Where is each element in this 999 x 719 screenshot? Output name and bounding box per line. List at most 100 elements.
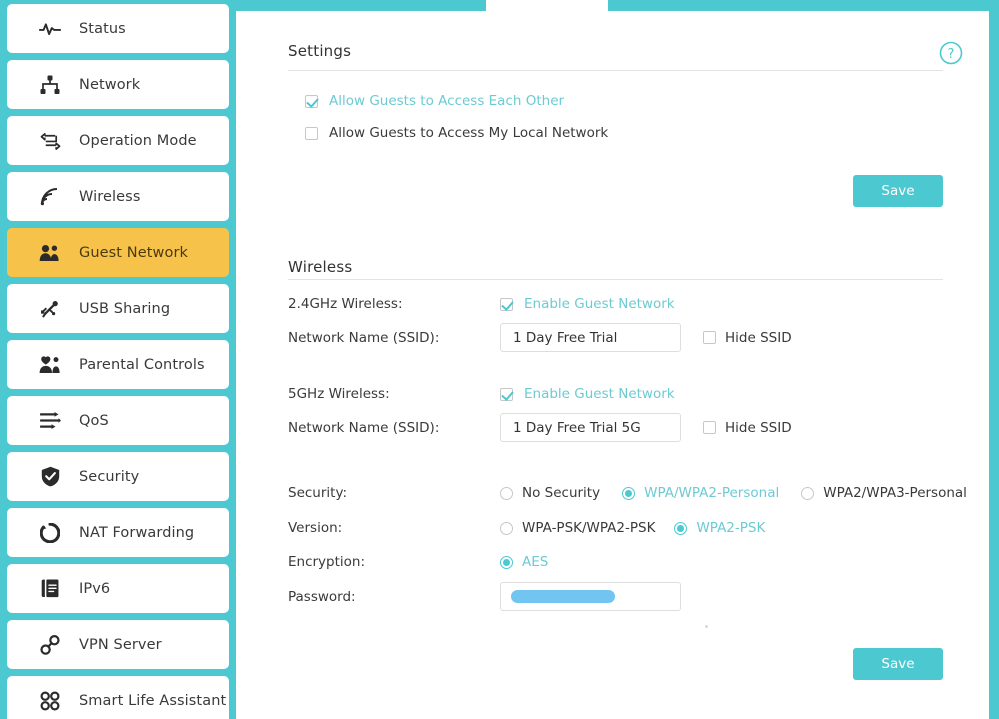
security-option-label: WPA/WPA2-Personal [644,485,780,501]
version-option-wpa2-psk[interactable]: WPA2-PSK [674,520,765,536]
security-row: Security: No Security WPA/WPA2-Personal … [288,485,967,501]
band-24-enable-row: 2.4GHz Wireless: Enable Guest Network [288,296,675,312]
allow-guests-local-network-label: Allow Guests to Access My Local Network [329,125,609,141]
band-24-enable-checkbox[interactable] [500,297,513,311]
band-24-ssid-field: Hide SSID [500,323,792,352]
help-circle-icon[interactable]: ? [939,41,963,65]
wireless-section-divider [288,279,943,280]
version-radio-wpa-psk-wpa2-psk[interactable] [500,521,513,535]
encryption-label: Encryption: [288,554,366,570]
version-option-wpa-psk-wpa2-psk[interactable]: WPA-PSK/WPA2-PSK [500,520,655,536]
allow-guests-each-other-label: Allow Guests to Access Each Other [329,93,565,109]
sidebar-item-operation-mode[interactable]: Operation Mode [7,116,229,165]
version-option-label: WPA2-PSK [696,520,766,536]
top-bar-right-segment [608,0,999,11]
security-radio-no-security[interactable] [500,486,513,500]
band-24-hide-ssid-checkbox[interactable] [703,331,716,344]
security-radio-wpa2-wpa3-personal[interactable] [801,486,815,500]
top-bar-left-segment [236,0,486,11]
settings-section-title: Settings [288,42,352,60]
sidebar-item-label: IPv6 [79,580,111,597]
sidebar-item-label: Operation Mode [79,132,197,149]
encryption-option-label: AES [522,554,549,570]
security-option-no-security[interactable]: No Security [500,485,600,501]
sidebar-item-status[interactable]: Status [7,4,229,53]
people-icon [37,241,63,265]
sidebar-item-label: Parental Controls [79,356,205,373]
allow-guests-local-network-row[interactable]: Allow Guests to Access My Local Network [305,125,971,141]
sidebar-item-qos[interactable]: QoS [7,396,229,445]
password-input-wrapper[interactable] [500,582,681,611]
security-option-label: WPA2/WPA3-Personal [823,485,967,501]
wireless-save-button[interactable]: Save [853,648,943,680]
password-label: Password: [288,588,356,605]
sidebar-item-network[interactable]: Network [7,60,229,109]
band-24-hide-ssid-label: Hide SSID [725,329,792,346]
version-label: Version: [288,520,343,536]
security-option-label: No Security [522,485,601,501]
band-24-enable-field[interactable]: Enable Guest Network [500,296,675,312]
sidebar-item-ipv6[interactable]: IPv6 [7,564,229,613]
band-5-hide-ssid-row[interactable]: Hide SSID [703,420,792,436]
grid-squares-icon [37,689,63,713]
band-5-hide-ssid-label: Hide SSID [725,419,792,436]
settings-section-divider [288,70,943,71]
pulse-icon [37,17,63,41]
version-row: Version: WPA-PSK/WPA2-PSK WPA2-PSK [288,520,765,536]
band-24-hide-ssid-row[interactable]: Hide SSID [703,330,792,346]
parental-icon [37,353,63,377]
band-5-ssid-input[interactable] [500,413,681,442]
encryption-option-aes[interactable]: AES [500,554,548,570]
encryption-radio-aes[interactable] [500,555,513,569]
sidebar-item-vpn-server[interactable]: VPN Server [7,620,229,669]
network-tree-icon [37,73,63,97]
sidebar-item-usb-sharing[interactable]: USB Sharing [7,284,229,333]
sidebar-item-label: USB Sharing [79,300,171,317]
right-edge-accent [989,0,999,719]
security-label: Security: [288,485,348,501]
main-content: ? Settings Allow Guests to Access Each O… [246,11,989,719]
link-icon [37,633,63,657]
sidebar-nav: Status Network Operation Mode Wireless Guest… [0,0,236,719]
band-5-ssid-field: Hide SSID [500,413,792,442]
version-radio-wpa2-psk[interactable] [674,521,688,535]
band-5-ssid-label: Network Name (SSID): [288,419,440,436]
band-24-enable-label: Enable Guest Network [524,296,675,312]
band-5-enable-label: Enable Guest Network [524,386,675,402]
band-5-hide-ssid-checkbox[interactable] [703,421,716,434]
sidebar-item-label: NAT Forwarding [79,524,195,541]
band-24-ssid-label: Network Name (SSID): [288,329,440,346]
band-24-ssid-input[interactable] [500,323,681,352]
security-radio-wpa-wpa2-personal[interactable] [622,486,636,500]
band-5-enable-checkbox[interactable] [500,387,513,401]
version-option-label: WPA-PSK/WPA2-PSK [522,520,656,536]
band-5-enable-row: 5GHz Wireless: Enable Guest Network [288,386,675,402]
svg-text:?: ? [948,47,955,62]
band-5-enable-field[interactable]: Enable Guest Network [500,386,675,402]
password-redaction-mark [511,590,615,603]
sidebar-item-nat-forwarding[interactable]: NAT Forwarding [7,508,229,557]
refresh-circle-icon [37,521,63,545]
allow-guests-each-other-row[interactable]: Allow Guests to Access Each Other [305,93,971,109]
settings-save-button[interactable]: Save [853,175,943,207]
encryption-row: Encryption: AES [288,554,548,570]
sidebar-item-security[interactable]: Security [7,452,229,501]
sidebar-item-wireless[interactable]: Wireless [7,172,229,221]
allow-guests-local-network-checkbox[interactable] [305,126,318,140]
sidebar-item-label: QoS [79,412,109,429]
security-option-wpa-wpa2-personal[interactable]: WPA/WPA2-Personal [622,485,779,501]
band-5-ssid-row: Network Name (SSID): Hide SSID [288,413,792,442]
sidebar-item-label: Network [79,76,141,93]
sidebar-item-guest-network[interactable]: Guest Network [7,228,229,277]
sidebar-item-smart-life-assistant[interactable]: Smart Life Assistant [7,676,229,719]
shield-icon [37,465,63,489]
wireless-section-title: Wireless [288,258,353,276]
sidebar-item-parental-controls[interactable]: Parental Controls [7,340,229,389]
security-option-wpa2-wpa3-personal[interactable]: WPA2/WPA3-Personal [801,485,967,501]
sidebar-item-label: VPN Server [79,636,162,653]
document-icon [37,577,63,601]
allow-guests-each-other-checkbox[interactable] [305,94,318,108]
usb-icon [37,297,63,321]
band-5-label: 5GHz Wireless: [288,386,390,402]
password-row: Password: [288,582,681,611]
